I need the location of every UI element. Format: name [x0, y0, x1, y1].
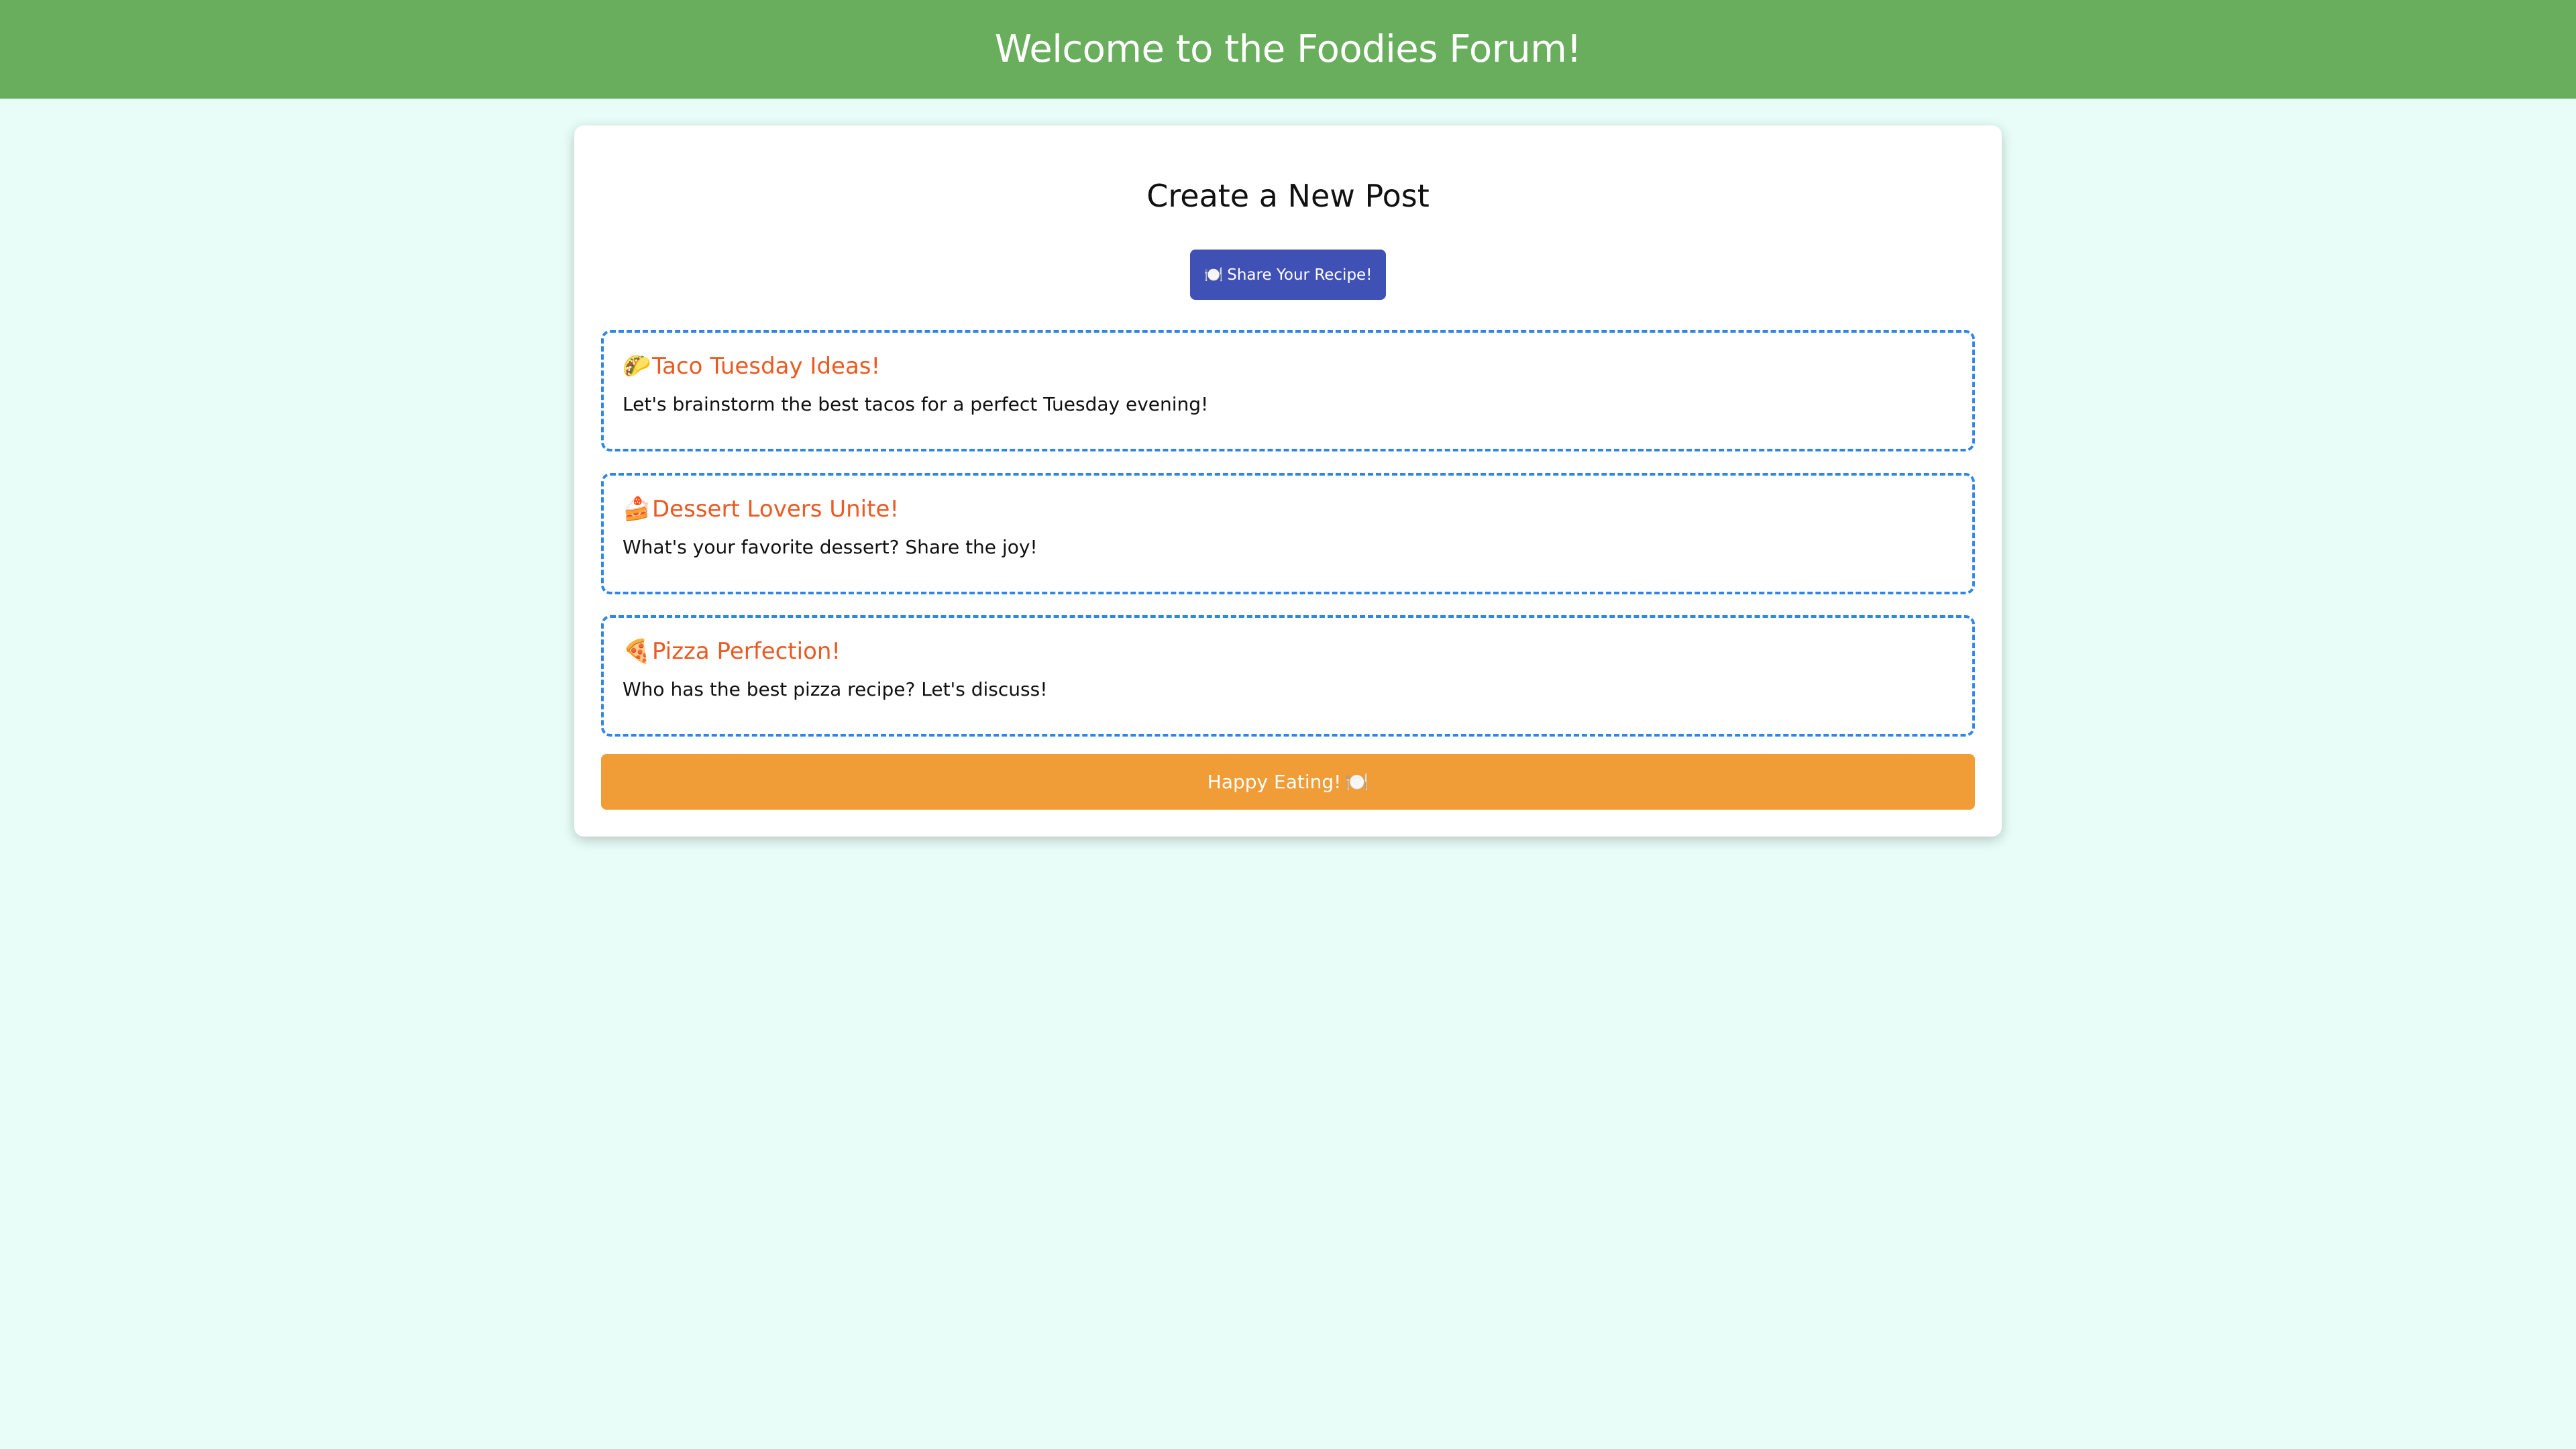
share-recipe-label: Share Your Recipe! — [1227, 266, 1373, 284]
footer-bar: Happy Eating! 🍽️ — [601, 754, 1975, 810]
post-card-taco[interactable]: 🌮 Taco Tuesday Ideas! Let's brainstorm t… — [601, 330, 1975, 451]
post-card-pizza[interactable]: 🍕 Pizza Perfection! Who has the best piz… — [601, 615, 1975, 737]
forum-title: Welcome to the Foodies Forum! — [994, 28, 1582, 71]
post-title-row: 🌮 Taco Tuesday Ideas! — [623, 353, 880, 380]
plate-icon: 🍽️ — [1203, 266, 1224, 284]
post-body: Let's brainstorm the best tacos for a pe… — [623, 393, 1209, 415]
post-body: Who has the best pizza recipe? Let's dis… — [623, 678, 1048, 700]
footer-text: Happy Eating! — [1207, 771, 1342, 793]
post-title[interactable]: Dessert Lovers Unite! — [652, 496, 899, 523]
plate-icon: 🍽️ — [1345, 771, 1369, 793]
post-title[interactable]: Taco Tuesday Ideas! — [652, 353, 880, 380]
forum-header: Welcome to the Foodies Forum! — [0, 0, 2576, 99]
main-card: Create a New Post 🍽️ Share Your Recipe! … — [574, 125, 2002, 837]
share-recipe-button[interactable]: 🍽️ Share Your Recipe! — [1190, 250, 1386, 300]
post-card-dessert[interactable]: 🍰 Dessert Lovers Unite! What's your favo… — [601, 473, 1975, 594]
taco-icon: 🌮 — [623, 353, 651, 380]
pizza-icon: 🍕 — [623, 638, 651, 665]
post-body: What's your favorite dessert? Share the … — [623, 536, 1038, 558]
post-title-row: 🍕 Pizza Perfection! — [623, 638, 841, 665]
post-title-row: 🍰 Dessert Lovers Unite! — [623, 496, 899, 523]
create-post-title: Create a New Post — [1146, 178, 1430, 214]
cake-icon: 🍰 — [623, 496, 651, 523]
post-title[interactable]: Pizza Perfection! — [652, 638, 841, 665]
